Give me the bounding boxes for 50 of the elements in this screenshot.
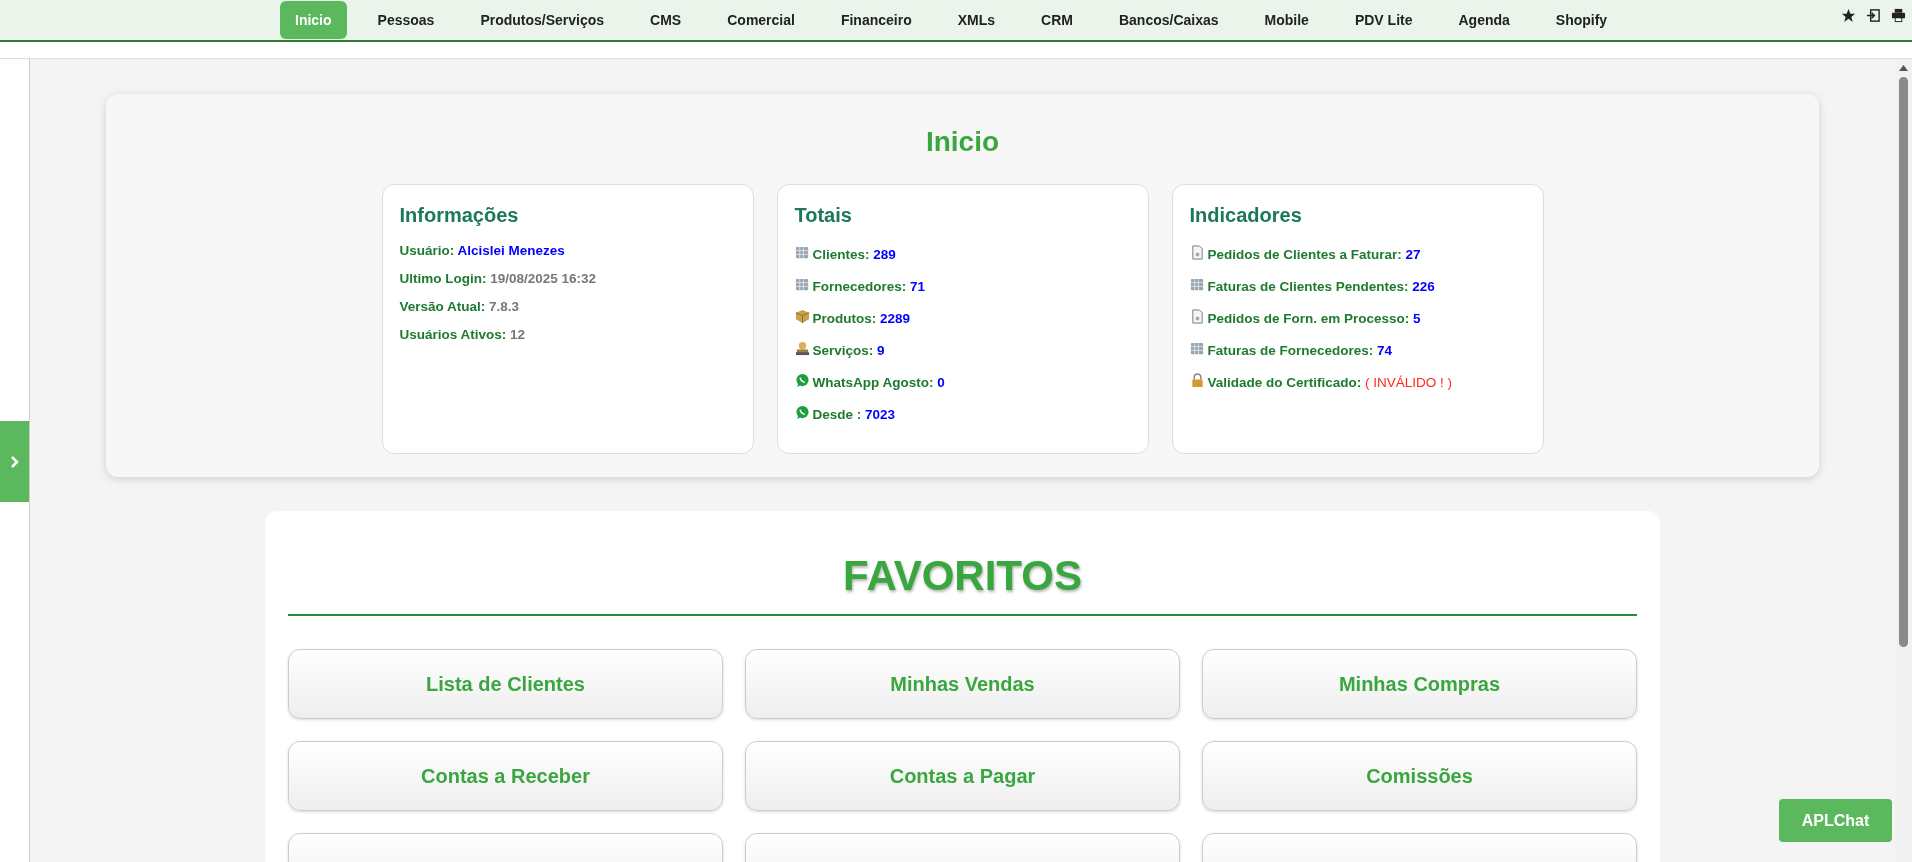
- favorites-title: FAVORITOS: [842, 551, 1083, 601]
- stat-text: Usuário: Alcislei Menezes: [399, 242, 565, 260]
- nav-tab[interactable]: Shopify: [1540, 1, 1623, 39]
- nav-tab[interactable]: Bancos/Caixas: [1103, 1, 1234, 39]
- nav-tab[interactable]: Pessoas: [362, 1, 450, 39]
- nav-tab[interactable]: XMLs: [942, 1, 1011, 39]
- nav-tab[interactable]: Financeiro: [825, 1, 927, 39]
- stat-text: Pedidos de Forn. em Processo: 5: [1207, 310, 1421, 328]
- stat-text: Validade do Certificado: ( INVÁLIDO ! ): [1207, 374, 1453, 392]
- nav-tab[interactable]: CRM: [1026, 1, 1088, 39]
- chat-bubble-icon: [794, 405, 810, 420]
- stat-text: Desde : 7023: [812, 406, 896, 424]
- person-at-desk-icon: [794, 341, 810, 356]
- scrollbar[interactable]: [1895, 59, 1912, 862]
- box-icon: [794, 309, 810, 324]
- stat-text: Pedidos de Clientes a Faturar: 27: [1207, 246, 1421, 264]
- stat-text: Faturas de Fornecedores: 74: [1207, 342, 1393, 360]
- stat-text: Versão Atual: 7.8.3: [399, 298, 520, 316]
- page-title: Inicio: [925, 125, 1000, 159]
- card-title: Indicadores: [1189, 203, 1302, 228]
- stat-text: Ultimo Login: 19/08/2025 16:32: [399, 270, 597, 288]
- padlock-icon: [1189, 373, 1205, 388]
- nav-tab[interactable]: Produtos/Serviços: [465, 1, 620, 39]
- scroll-up-icon[interactable]: [1899, 65, 1908, 71]
- nav-tab[interactable]: PDV Lite: [1339, 1, 1428, 39]
- nav-tab[interactable]: Agenda: [1443, 1, 1525, 39]
- stat-text: WhatsApp Agosto: 0: [812, 374, 945, 392]
- chevron-right-icon: [9, 455, 20, 468]
- sidebar-toggle-button[interactable]: [0, 421, 29, 502]
- nav-tab[interactable]: CMS: [635, 1, 697, 39]
- stat-text: Faturas de Clientes Pendentes: 226: [1207, 278, 1435, 296]
- nav-tab[interactable]: Comercial: [712, 1, 810, 39]
- chat-bubble-icon: [794, 373, 810, 388]
- card-title: Informações: [399, 203, 519, 228]
- document-icon: [1189, 309, 1205, 324]
- server-icon: [794, 245, 810, 260]
- stat-text: Serviços: 9: [812, 342, 885, 360]
- document-icon: [1189, 245, 1205, 260]
- printer-icon[interactable]: [1891, 8, 1906, 23]
- card-title: Totais: [794, 203, 852, 228]
- stat-text: Clientes: 289: [812, 246, 896, 264]
- stat-text: Usuários Ativos: 12: [399, 326, 526, 344]
- server-icon: [1189, 277, 1205, 292]
- nav-tab[interactable]: Mobile: [1249, 1, 1324, 39]
- stat-text: Produtos: 2289: [812, 310, 911, 328]
- stat-text: Fornecedores: 71: [812, 278, 926, 296]
- server-icon: [1189, 341, 1205, 356]
- star-icon[interactable]: [1841, 8, 1856, 23]
- server-icon: [794, 277, 810, 292]
- sign-in-icon[interactable]: [1866, 8, 1881, 23]
